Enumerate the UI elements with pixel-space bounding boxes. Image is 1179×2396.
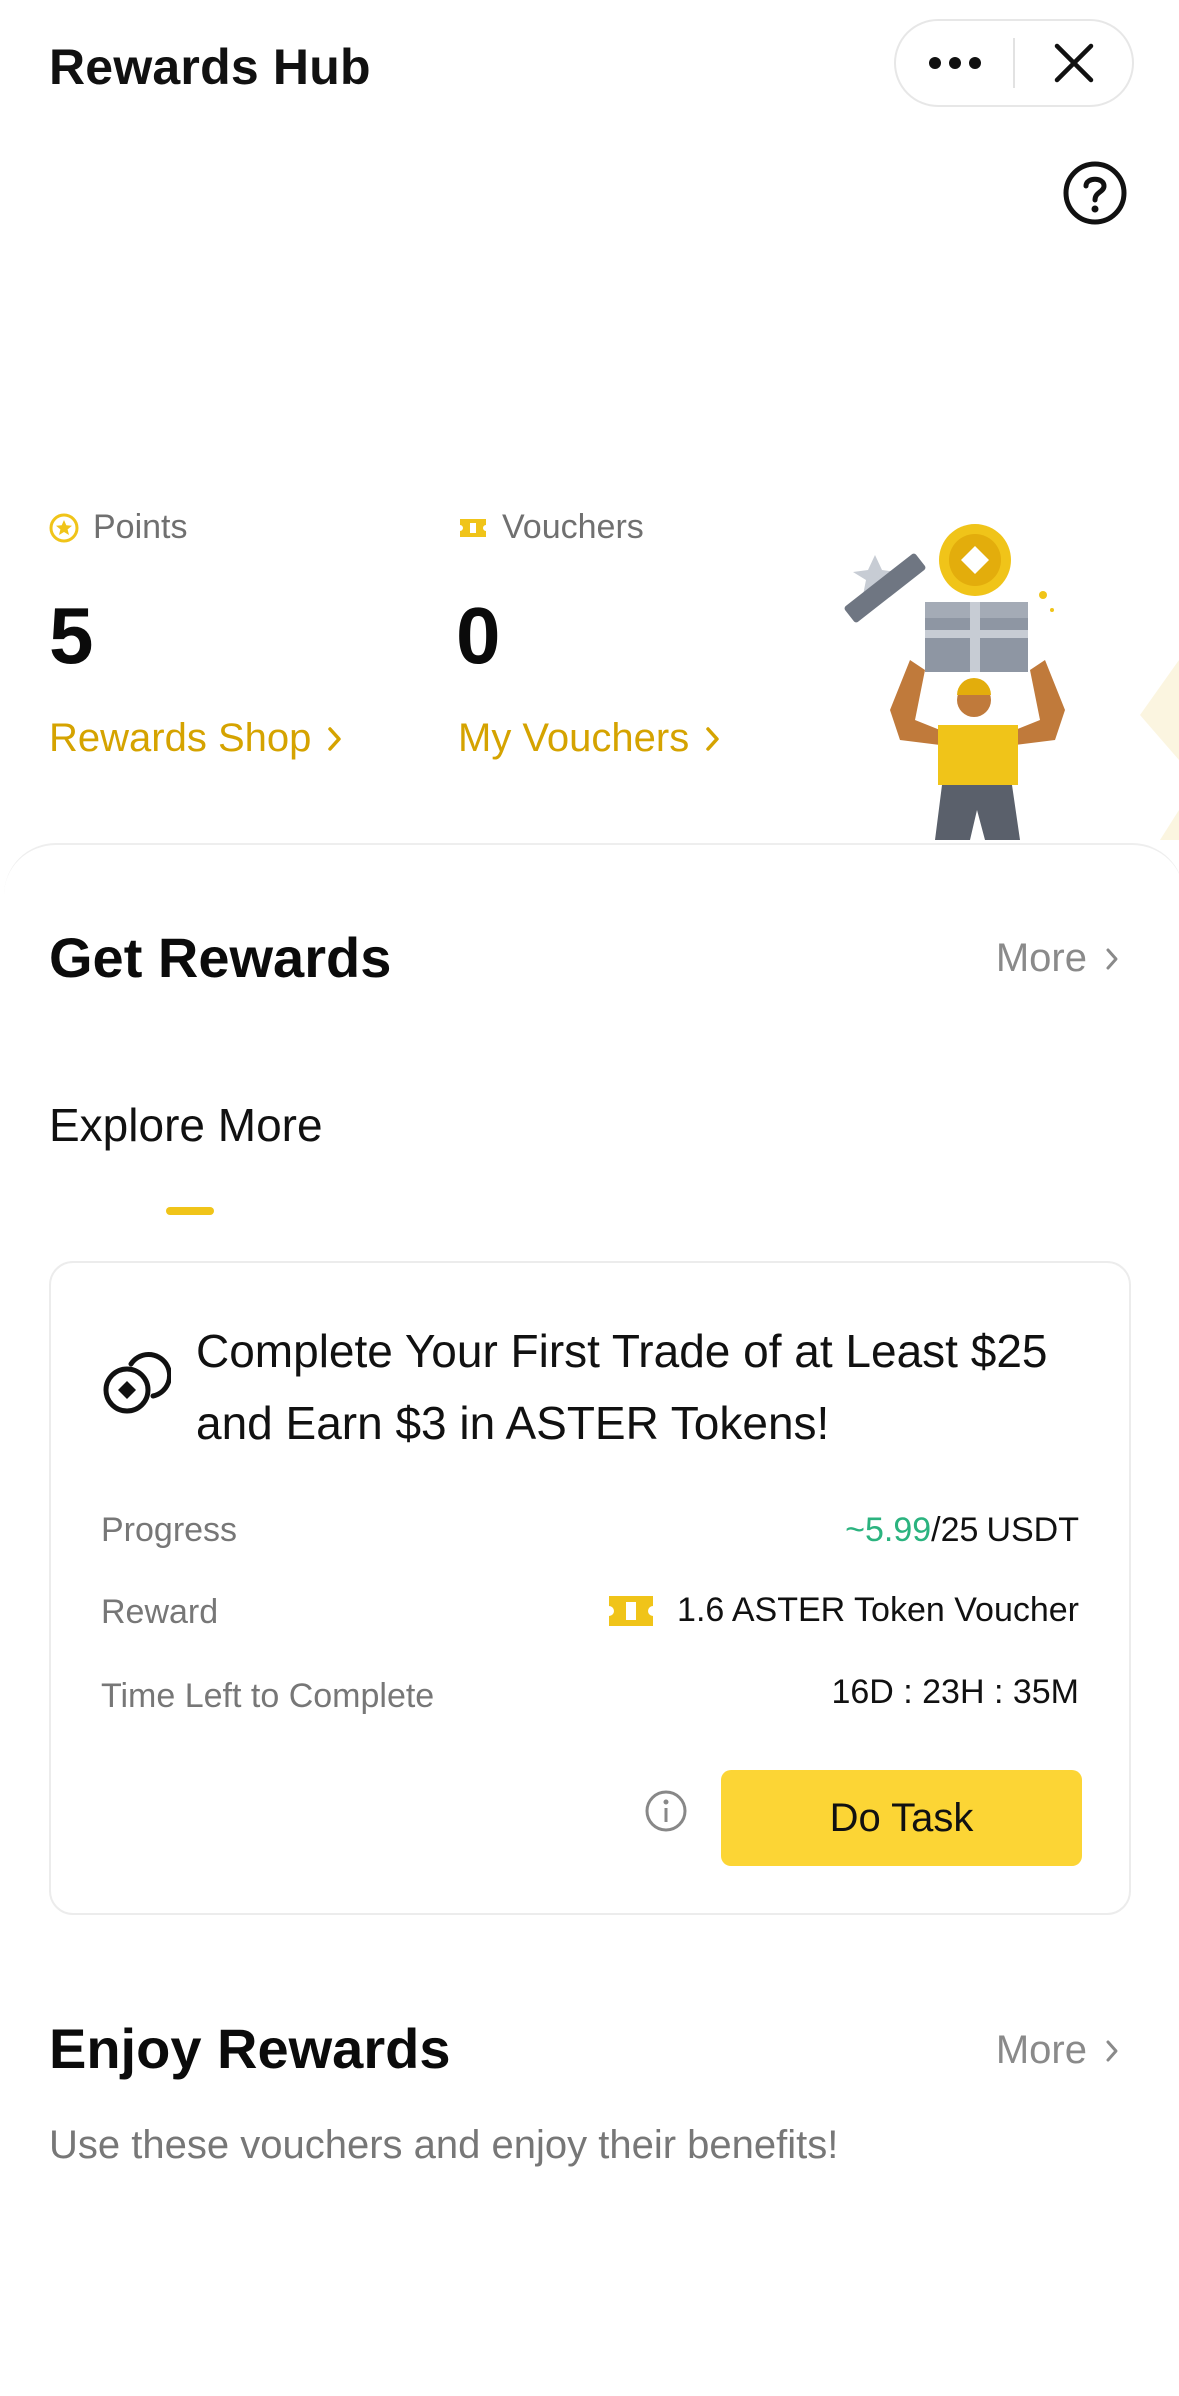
chevron-right-icon	[1106, 948, 1118, 969]
time-left-value: 16D : 23H : 35M	[831, 1673, 1079, 1711]
vouchers-value: 0	[456, 591, 501, 680]
get-rewards-more-label: More	[995, 936, 1087, 980]
star-coin-icon	[49, 513, 79, 542]
page-title: Rewards Hub	[49, 39, 371, 95]
rewards-shop-label: Rewards Shop	[49, 716, 312, 760]
close-icon	[1054, 43, 1093, 83]
do-task-button[interactable]: Do Task	[721, 1770, 1082, 1866]
reward-label: Reward	[101, 1593, 219, 1631]
points-label-text: Points	[93, 508, 188, 546]
close-button[interactable]	[1015, 21, 1132, 105]
progress-unit: USDT	[986, 1511, 1079, 1549]
more-dots-icon	[928, 57, 981, 69]
enjoy-rewards-more-label: More	[995, 2028, 1087, 2072]
progress-total: /25	[931, 1511, 979, 1549]
chevron-right-icon	[1106, 2040, 1118, 2061]
task-title: Complete Your First Trade of at Least $2…	[196, 1325, 1048, 1449]
points-label: Points	[49, 508, 188, 547]
chevron-right-icon	[706, 726, 719, 751]
tab-explore-more[interactable]: Explore More	[49, 1098, 323, 1152]
my-vouchers-link[interactable]: My Vouchers	[458, 716, 721, 761]
more-options-button[interactable]	[896, 21, 1013, 105]
enjoy-rewards-more-link[interactable]: More	[996, 2028, 1119, 2073]
ticket-icon	[460, 518, 486, 537]
time-left-label: Time Left to Complete	[101, 1677, 435, 1715]
rewards-hub-page: Rewards Hub Points 5 Rewards Shop Vouche…	[0, 0, 1179, 2396]
progress-current: ~5.99	[845, 1511, 932, 1549]
reward-text: 1.6 ASTER Token Voucher	[677, 1591, 1079, 1629]
progress-label: Progress	[101, 1511, 238, 1549]
points-value: 5	[49, 591, 94, 680]
tab-active-indicator	[166, 1207, 214, 1215]
get-rewards-title: Get Rewards	[49, 926, 392, 989]
rewards-shop-link[interactable]: Rewards Shop	[49, 716, 343, 761]
enjoy-rewards-subtitle: Use these vouchers and enjoy their benef…	[49, 2123, 839, 2167]
chevron-right-icon	[328, 726, 342, 751]
get-rewards-more-link[interactable]: More	[996, 936, 1119, 981]
enjoy-rewards-title: Enjoy Rewards	[49, 2017, 451, 2080]
my-vouchers-label: My Vouchers	[458, 716, 690, 760]
task-card: Complete Your First Trade of at Least $2…	[49, 1261, 1131, 1915]
rewards-illustration	[844, 524, 1179, 840]
mini-app-capsule	[894, 19, 1134, 107]
reward-value: 1.6 ASTER Token Voucher	[607, 1591, 1079, 1630]
info-icon[interactable]	[644, 1789, 688, 1833]
coins-icon	[103, 1352, 171, 1414]
help-circle-icon[interactable]	[1062, 160, 1128, 226]
progress-value: ~5.99/25 USDT	[845, 1511, 1079, 1550]
vouchers-label: Vouchers	[458, 508, 644, 547]
ticket-icon	[609, 1595, 654, 1626]
vouchers-label-text: Vouchers	[502, 508, 644, 546]
